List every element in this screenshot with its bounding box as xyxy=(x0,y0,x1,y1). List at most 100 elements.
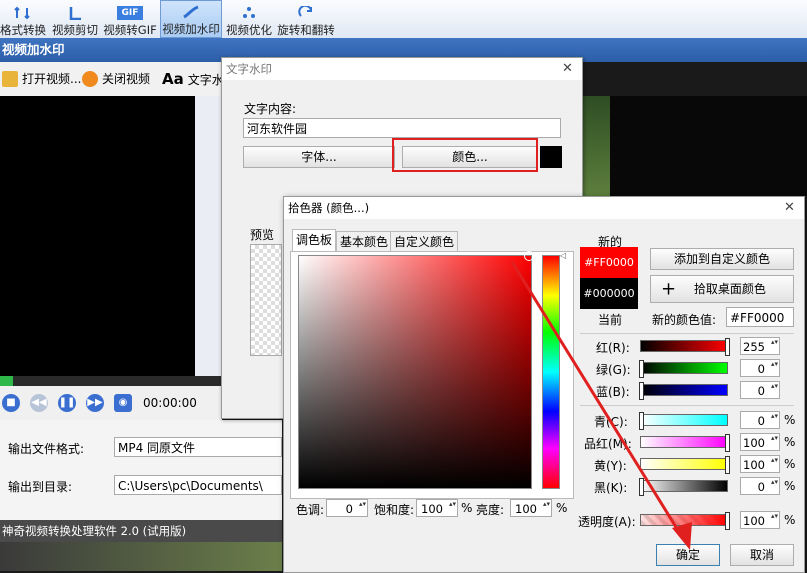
hue-slider[interactable] xyxy=(542,255,560,489)
preview-label: 预览 xyxy=(250,228,275,242)
current-color-preview: #000000 xyxy=(580,278,638,309)
green-label: 绿(G): xyxy=(596,363,631,377)
saturation-input[interactable]: 100 xyxy=(416,499,458,517)
font-icon: Aa xyxy=(162,70,184,88)
new-color-preview: #FF0000 xyxy=(580,247,638,278)
magenta-pct: % xyxy=(784,435,796,449)
green-slider-thumb[interactable] xyxy=(639,360,644,378)
playback-time: 00:00:00 xyxy=(143,396,197,410)
cyan-slider-thumb[interactable] xyxy=(639,412,644,430)
video-cut-button[interactable]: 视频剪切 xyxy=(50,0,100,38)
close-icon[interactable]: ✕ xyxy=(784,200,795,215)
close-icon xyxy=(82,70,98,87)
red-slider[interactable] xyxy=(640,340,728,352)
opacity-input[interactable]: 100 xyxy=(740,511,780,529)
open-video-button[interactable]: 打开视频... xyxy=(2,70,81,87)
saturation-label: 饱和度: xyxy=(374,503,415,517)
hue-input[interactable]: 0 xyxy=(326,499,368,517)
format-convert-button[interactable]: 格式转换 xyxy=(0,0,46,38)
rewind-icon[interactable]: ◀◀ xyxy=(30,394,48,412)
output-dir-label: 输出到目录: xyxy=(8,480,73,494)
magenta-input[interactable]: 100 xyxy=(740,433,780,451)
green-input[interactable]: 0 xyxy=(740,359,780,377)
font-button[interactable]: 字体... xyxy=(243,146,395,168)
background-dark xyxy=(610,96,807,196)
new-value-input[interactable]: #FF0000 xyxy=(726,307,794,327)
blue-label: 蓝(B): xyxy=(596,385,630,399)
rotate-flip-button[interactable]: 旋转和翻转 xyxy=(276,0,336,38)
blue-slider-thumb[interactable] xyxy=(639,382,644,400)
output-format-label: 输出文件格式: xyxy=(8,442,85,456)
opacity-slider[interactable] xyxy=(640,514,728,526)
video-to-gif-button[interactable]: GIF 视频转GIF xyxy=(102,0,158,38)
stop-icon[interactable]: ■ xyxy=(2,394,20,412)
yellow-slider-thumb[interactable] xyxy=(725,456,730,474)
text-watermark-button[interactable]: Aa 文字水 xyxy=(162,70,224,88)
black-pct: % xyxy=(784,479,796,493)
brightness-input[interactable]: 100 xyxy=(510,499,552,517)
close-video-button[interactable]: 关闭视频 xyxy=(82,70,150,87)
cut-icon xyxy=(69,7,81,20)
crosshair-icon: + xyxy=(661,278,677,300)
ribbon-toolbar: 格式转换 视频剪切 GIF 视频转GIF 视频加水印 视频优化 旋转和翻转 xyxy=(0,0,807,39)
convert-icon xyxy=(14,6,30,20)
magenta-slider-thumb[interactable] xyxy=(725,434,730,452)
close-icon[interactable]: ✕ xyxy=(562,61,573,76)
output-dir-field[interactable]: C:\Users\pc\Documents\ xyxy=(114,475,282,495)
pick-desktop-color-button[interactable]: + 拾取桌面颜色 xyxy=(650,275,794,303)
black-slider[interactable] xyxy=(640,480,728,492)
hue-pointer-icon: ◁ xyxy=(560,251,567,260)
background-photo xyxy=(580,96,610,196)
video-toolbar: 打开视频... 关闭视频 Aa 文字水 xyxy=(0,62,230,97)
background-strip xyxy=(0,542,282,571)
color-gradient-field[interactable] xyxy=(298,255,532,489)
opacity-pct: % xyxy=(784,513,796,527)
add-watermark-button[interactable]: 视频加水印 xyxy=(160,0,222,38)
magenta-label: 品红(M): xyxy=(584,437,632,451)
red-input[interactable]: 255 xyxy=(740,337,780,355)
red-slider-thumb[interactable] xyxy=(725,338,730,356)
new-value-label: 新的颜色值: xyxy=(652,313,717,327)
yellow-input[interactable]: 100 xyxy=(740,455,780,473)
output-format-select[interactable]: MP4 同原文件 xyxy=(114,437,282,457)
color-cursor[interactable] xyxy=(524,251,534,261)
current-color-label: 当前 xyxy=(598,313,623,327)
red-label: 红(R): xyxy=(596,341,630,355)
pause-icon[interactable]: ❚❚ xyxy=(58,394,76,412)
snapshot-icon[interactable]: ◉ xyxy=(114,394,132,412)
folder-icon xyxy=(2,70,18,87)
black-label: 黑(K): xyxy=(594,481,628,495)
opacity-label: 透明度(A): xyxy=(578,515,636,529)
dialog-title: 拾色器 (颜色...) xyxy=(284,197,804,219)
black-slider-thumb[interactable] xyxy=(639,478,644,496)
yellow-slider[interactable] xyxy=(640,458,728,470)
blue-input[interactable]: 0 xyxy=(740,381,780,399)
color-picker-dialog: 拾色器 (颜色...) ✕ 调色板 基本颜色 自定义颜色 ◁ 色调: 0 饱和度… xyxy=(283,196,805,573)
black-input[interactable]: 0 xyxy=(740,477,780,495)
cyan-slider[interactable] xyxy=(640,414,728,426)
cyan-input[interactable]: 0 xyxy=(740,411,780,429)
dialog-title: 文字水印 xyxy=(222,58,582,80)
preview-area xyxy=(250,244,282,356)
content-input[interactable]: 河东软件园 xyxy=(243,118,561,138)
status-bar: 神奇视频转换处理软件 2.0 (试用版) xyxy=(0,520,282,542)
video-progress-bar[interactable] xyxy=(0,376,222,386)
green-slider[interactable] xyxy=(640,362,728,374)
opacity-slider-thumb[interactable] xyxy=(725,512,730,530)
content-label: 文字内容: xyxy=(244,102,297,116)
optimize-icon xyxy=(243,7,255,18)
blue-slider[interactable] xyxy=(640,384,728,396)
video-optimize-button[interactable]: 视频优化 xyxy=(224,0,274,38)
tab-basic-colors[interactable]: 基本颜色 xyxy=(336,231,393,252)
yellow-pct: % xyxy=(784,457,796,471)
magenta-slider[interactable] xyxy=(640,436,728,448)
gif-icon: GIF xyxy=(117,6,143,20)
tab-custom-colors[interactable]: 自定义颜色 xyxy=(390,231,459,252)
ok-button[interactable]: 确定 xyxy=(656,544,720,566)
tab-palette[interactable]: 调色板 xyxy=(292,229,337,252)
fast-forward-icon[interactable]: ▶▶ xyxy=(86,394,104,412)
color-button-highlight xyxy=(392,138,538,172)
cancel-button[interactable]: 取消 xyxy=(730,544,794,566)
brightness-label: 亮度: xyxy=(476,503,505,517)
add-custom-color-button[interactable]: 添加到自定义颜色 xyxy=(650,248,794,270)
